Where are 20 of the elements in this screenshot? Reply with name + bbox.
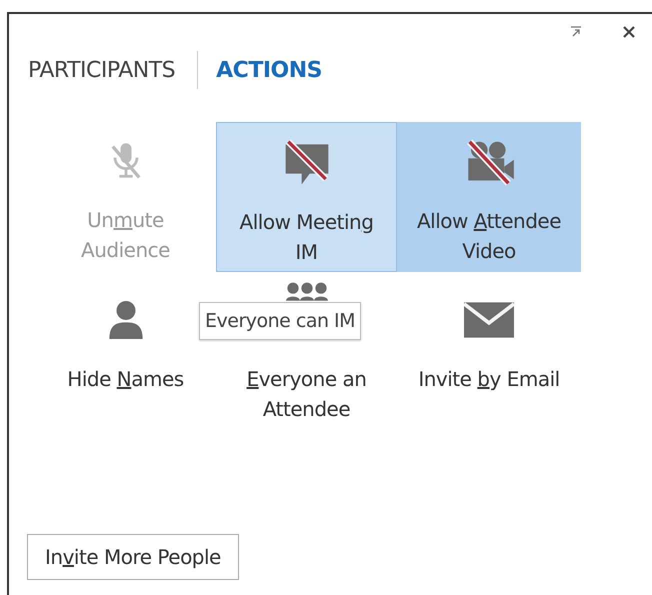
pop-out-icon[interactable] xyxy=(570,26,582,38)
envelope-icon xyxy=(464,302,514,338)
chat-off-icon xyxy=(282,139,330,187)
action-tile[interactable]: Allow Attendee Video xyxy=(397,122,581,272)
action-label: Unmute Audience xyxy=(81,207,170,264)
close-icon[interactable] xyxy=(622,25,636,39)
action-label: Hide Names xyxy=(67,366,184,393)
action-label: Invite by Email xyxy=(418,366,560,393)
action-label: Allow Meeting IM xyxy=(240,209,374,266)
people-icon xyxy=(286,281,328,301)
tooltip: Everyone can IM xyxy=(199,302,362,340)
action-tile[interactable]: Invite by Email xyxy=(397,272,581,431)
action-tile[interactable]: Allow Meeting IM xyxy=(216,122,397,272)
tab[interactable]: ACTIONS xyxy=(216,58,322,82)
action-label: Everyone an Attendee xyxy=(246,366,366,423)
person-icon xyxy=(108,301,142,339)
action-label: Allow Attendee Video xyxy=(416,208,562,265)
tab[interactable]: PARTICIPANTS xyxy=(28,58,176,82)
video-camera-off-icon xyxy=(464,139,514,186)
invite-more-people-button[interactable]: Invite More People xyxy=(27,534,239,580)
